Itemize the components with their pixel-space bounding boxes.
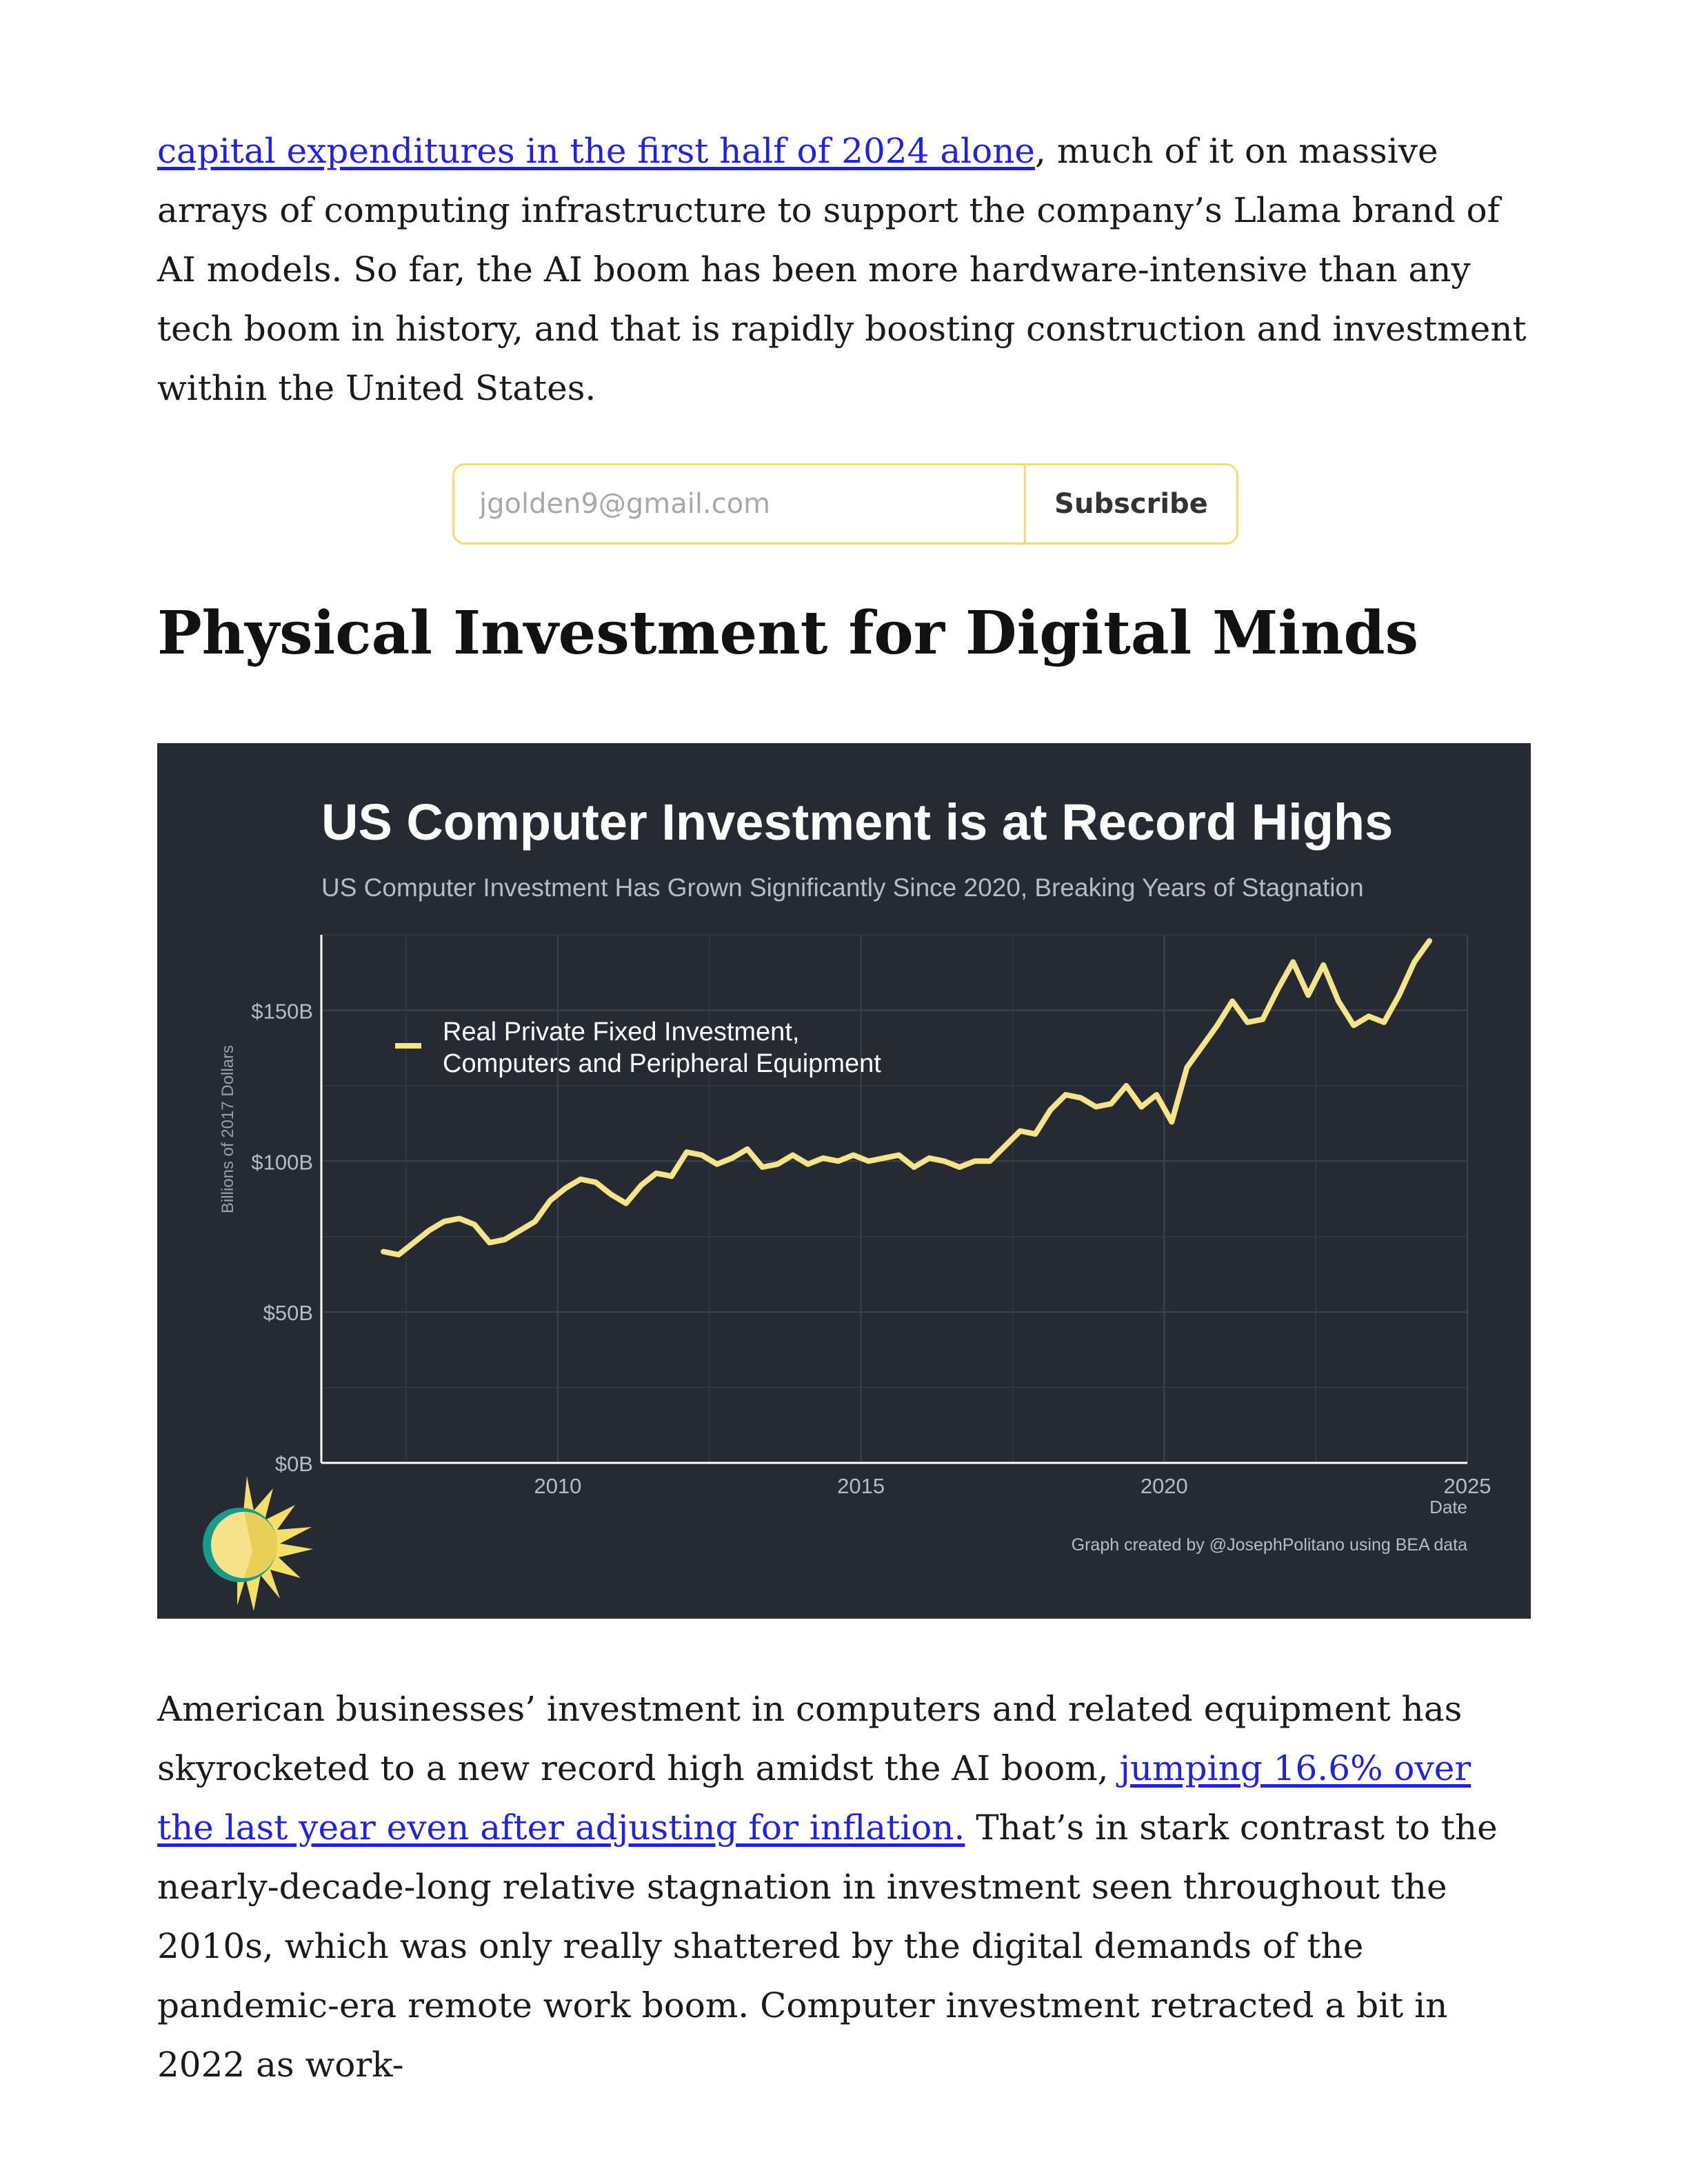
- y-tick-label: $0B: [275, 1452, 313, 1476]
- chart-axes: [320, 935, 1467, 1464]
- x-tick-labels: 2010 2015 2020 2025: [534, 1474, 1491, 1498]
- section-heading: Physical Investment for Digital Minds: [157, 598, 1419, 668]
- paragraph-intro: capital expenditures in the first half o…: [157, 121, 1529, 418]
- investment-chart: $0B $50B $100B $150B 2010 2015 2020 2025 US Co…: [203, 793, 1491, 1611]
- subscribe-form: Subscribe: [452, 463, 1238, 545]
- chart-title: US Computer Investment is at Record High…: [321, 793, 1393, 851]
- chart-legend: Real Private Fixed Investment, Computers…: [395, 1018, 881, 1078]
- y-tick-label: $50B: [263, 1301, 313, 1325]
- subscribe-button[interactable]: Subscribe: [1024, 465, 1236, 543]
- paragraph-intro-text: , much of it on massive arrays of comput…: [157, 131, 1527, 408]
- y-tick-label: $100B: [251, 1150, 313, 1174]
- chart-subtitle: US Computer Investment Has Grown Signifi…: [321, 873, 1364, 902]
- y-axis-label: Billions of 2017 Dollars: [219, 1045, 237, 1213]
- email-input[interactable]: [454, 465, 1024, 543]
- chart-container: $0B $50B $100B $150B 2010 2015 2020 2025 US Co…: [157, 743, 1531, 1619]
- sun-logo-icon: [203, 1476, 313, 1611]
- y-tick-labels: $0B $50B $100B $150B: [251, 999, 313, 1476]
- chart-credit: Graph created by @JosephPolitano using B…: [1072, 1535, 1467, 1555]
- chart-grid: [321, 934, 1468, 1464]
- series-line: [381, 938, 1432, 1257]
- capex-link[interactable]: capital expenditures in the first half o…: [157, 131, 1035, 171]
- paragraph-analysis: American businesses’ investment in compu…: [157, 1679, 1529, 2094]
- x-axis-label: Date: [1429, 1497, 1467, 1517]
- x-tick-label: 2015: [837, 1474, 885, 1498]
- legend-label-line2: Computers and Peripheral Equipment: [443, 1049, 881, 1078]
- x-tick-label: 2025: [1444, 1474, 1491, 1498]
- x-tick-label: 2010: [534, 1474, 581, 1498]
- series-points: [383, 941, 1429, 1255]
- y-tick-label: $150B: [251, 999, 313, 1023]
- x-tick-label: 2020: [1141, 1474, 1188, 1498]
- paragraph-analysis-rest: That’s in stark contrast to the nearly-d…: [157, 1808, 1498, 2085]
- legend-label-line1: Real Private Fixed Investment,: [443, 1018, 799, 1046]
